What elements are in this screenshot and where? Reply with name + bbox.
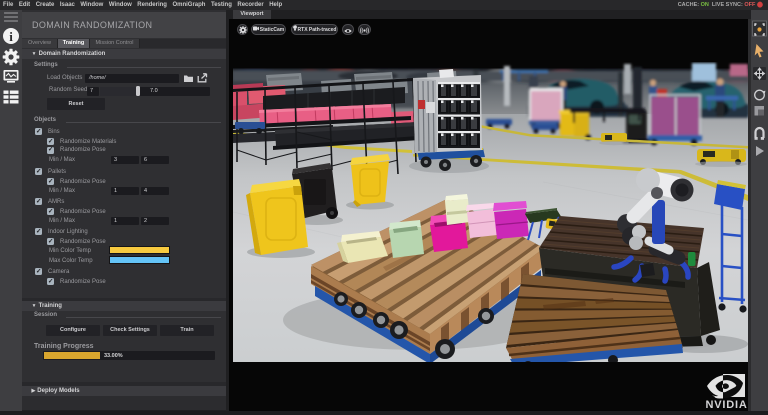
svg-text:NVIDIA: NVIDIA xyxy=(706,399,748,411)
svg-text:i: i xyxy=(9,29,13,44)
